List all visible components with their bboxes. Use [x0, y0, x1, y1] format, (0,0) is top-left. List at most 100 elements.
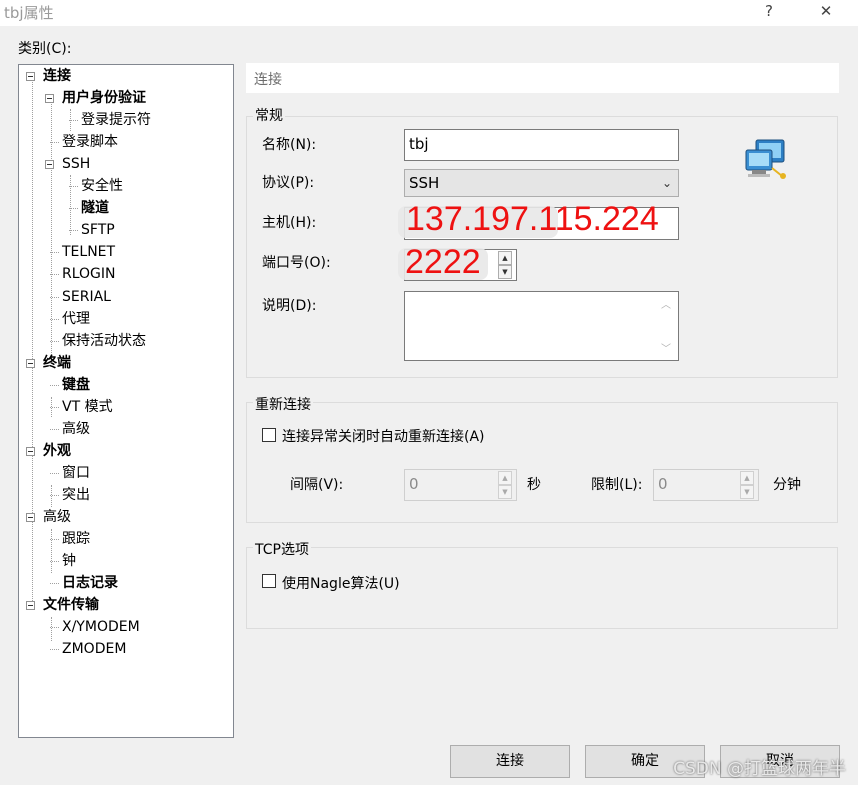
tree-guide-line: [50, 407, 59, 408]
category-label: 类别(C):: [18, 41, 72, 57]
tree-item[interactable]: 跟踪: [62, 529, 90, 549]
interval-label: 间隔(V):: [290, 477, 344, 493]
tree-item[interactable]: SERIAL: [62, 287, 111, 307]
protocol-label: 协议(P):: [262, 175, 315, 191]
tree-collapse-icon[interactable]: [26, 359, 35, 368]
tree-guide-line: [69, 120, 78, 121]
limit-up-arrow-icon[interactable]: ▲: [740, 471, 754, 485]
watermark: CSDN @打篮球两年半: [673, 759, 846, 779]
tree-collapse-icon[interactable]: [26, 72, 35, 81]
tree-collapse-icon[interactable]: [45, 94, 54, 103]
tree-guide-line: [50, 561, 59, 562]
tree-item[interactable]: 登录提示符: [81, 110, 151, 130]
tree-item[interactable]: 代理: [62, 309, 90, 329]
tcp-group-title: TCP选项: [253, 539, 311, 559]
network-computer-icon: [744, 138, 790, 182]
tree-collapse-icon[interactable]: [45, 160, 54, 169]
tree-guide-line: [51, 485, 52, 507]
port-down-arrow-icon[interactable]: ▼: [498, 265, 512, 279]
limit-down-arrow-icon[interactable]: ▼: [740, 485, 754, 499]
tree-guide-line: [70, 175, 71, 235]
tree-item[interactable]: 连接: [43, 66, 71, 86]
tree-item[interactable]: 用户身份验证: [62, 88, 146, 108]
tree-collapse-icon[interactable]: [26, 447, 35, 456]
window-title: tbj属性: [4, 4, 54, 22]
section-header: 连接: [246, 63, 839, 93]
reconnect-group: [246, 402, 838, 523]
tree-item[interactable]: 安全性: [81, 176, 123, 196]
scroll-down-icon[interactable]: ﹀: [661, 340, 671, 355]
protocol-select[interactable]: SSH ⌄: [404, 169, 679, 197]
port-label: 端口号(O):: [262, 255, 331, 271]
tree-guide-line: [50, 649, 59, 650]
tree-guide-line: [50, 297, 59, 298]
tree-guide-line: [69, 208, 78, 209]
port-up-arrow-icon[interactable]: ▲: [498, 251, 512, 265]
interval-down-arrow-icon[interactable]: ▼: [498, 485, 512, 499]
tree-guide-line: [50, 341, 59, 342]
tree-guide-line: [69, 186, 78, 187]
tree-guide-line: [50, 473, 59, 474]
close-button[interactable]: ✕: [809, 0, 843, 24]
tree-item[interactable]: 日志记录: [62, 573, 118, 593]
tree-item[interactable]: 外观: [43, 441, 71, 461]
tree-guide-line: [50, 583, 59, 584]
tree-item[interactable]: 隧道: [81, 198, 109, 218]
description-textarea[interactable]: [404, 291, 679, 361]
tree-item[interactable]: 窗口: [62, 463, 90, 483]
help-button[interactable]: ?: [752, 0, 786, 24]
tree-guide-line: [50, 319, 59, 320]
tree-item[interactable]: SSH: [62, 154, 90, 174]
tree-collapse-icon[interactable]: [26, 513, 35, 522]
tree-collapse-icon[interactable]: [26, 601, 35, 610]
auto-reconnect-label: 连接异常关闭时自动重新连接(A): [282, 429, 485, 445]
tree-item[interactable]: SFTP: [81, 220, 115, 240]
tree-item[interactable]: 钟: [62, 551, 76, 571]
nagle-checkbox[interactable]: [262, 574, 276, 588]
tree-guide-line: [50, 385, 59, 386]
tree-item[interactable]: VT 模式: [62, 397, 113, 417]
description-label: 说明(D):: [262, 298, 317, 314]
tree-item[interactable]: RLOGIN: [62, 264, 116, 284]
tree-guide-line: [50, 252, 59, 253]
tree-guide-line: [50, 142, 59, 143]
tree-item[interactable]: 高级: [43, 507, 71, 527]
host-label: 主机(H):: [262, 215, 317, 231]
general-group-title: 常规: [253, 105, 285, 125]
tree-item[interactable]: 突出: [62, 485, 90, 505]
tree-guide-line: [69, 230, 78, 231]
tree-guide-line: [50, 274, 59, 275]
tree-item[interactable]: TELNET: [62, 242, 115, 262]
tree-item[interactable]: 高级: [62, 419, 90, 439]
connect-button[interactable]: 连接: [450, 745, 570, 778]
tree-guide-line: [50, 627, 59, 628]
scroll-up-icon[interactable]: ︿: [661, 296, 671, 311]
tree-guide-line: [51, 529, 52, 573]
auto-reconnect-checkbox[interactable]: [262, 428, 276, 442]
limit-unit: 分钟: [773, 477, 801, 493]
name-label: 名称(N):: [262, 137, 317, 153]
tree-item[interactable]: 键盘: [62, 375, 90, 395]
interval-up-arrow-icon[interactable]: ▲: [498, 471, 512, 485]
tree-item[interactable]: 登录脚本: [62, 132, 118, 152]
category-tree[interactable]: 连接 用户身份验证 登录提示符 登录脚本 SSH 安全性 隧道 SFTP TELNET RLOGI…: [18, 64, 234, 738]
reconnect-group-title: 重新连接: [253, 394, 313, 414]
tree-guide-line: [32, 77, 33, 605]
protocol-value: SSH: [409, 174, 440, 192]
tree-item[interactable]: X/YMODEM: [62, 617, 140, 637]
tree-guide-line: [50, 495, 59, 496]
limit-label: 限制(L):: [591, 477, 643, 493]
tree-item[interactable]: 文件传输: [43, 595, 99, 615]
tree-item[interactable]: 终端: [43, 353, 71, 373]
tree-item[interactable]: ZMODEM: [62, 639, 126, 659]
port-value: 2222: [405, 243, 481, 281]
tree-guide-line: [51, 617, 52, 641]
nagle-label: 使用Nagle算法(U): [282, 576, 400, 592]
tree-guide-line: [50, 429, 59, 430]
tree-guide-line: [50, 539, 59, 540]
chevron-down-icon: ⌄: [661, 176, 672, 190]
tree-item[interactable]: 保持活动状态: [62, 331, 146, 351]
host-value: 137.197.115.224: [406, 200, 659, 238]
section-header-label: 连接: [254, 72, 282, 88]
name-input[interactable]: tbj: [404, 129, 679, 161]
